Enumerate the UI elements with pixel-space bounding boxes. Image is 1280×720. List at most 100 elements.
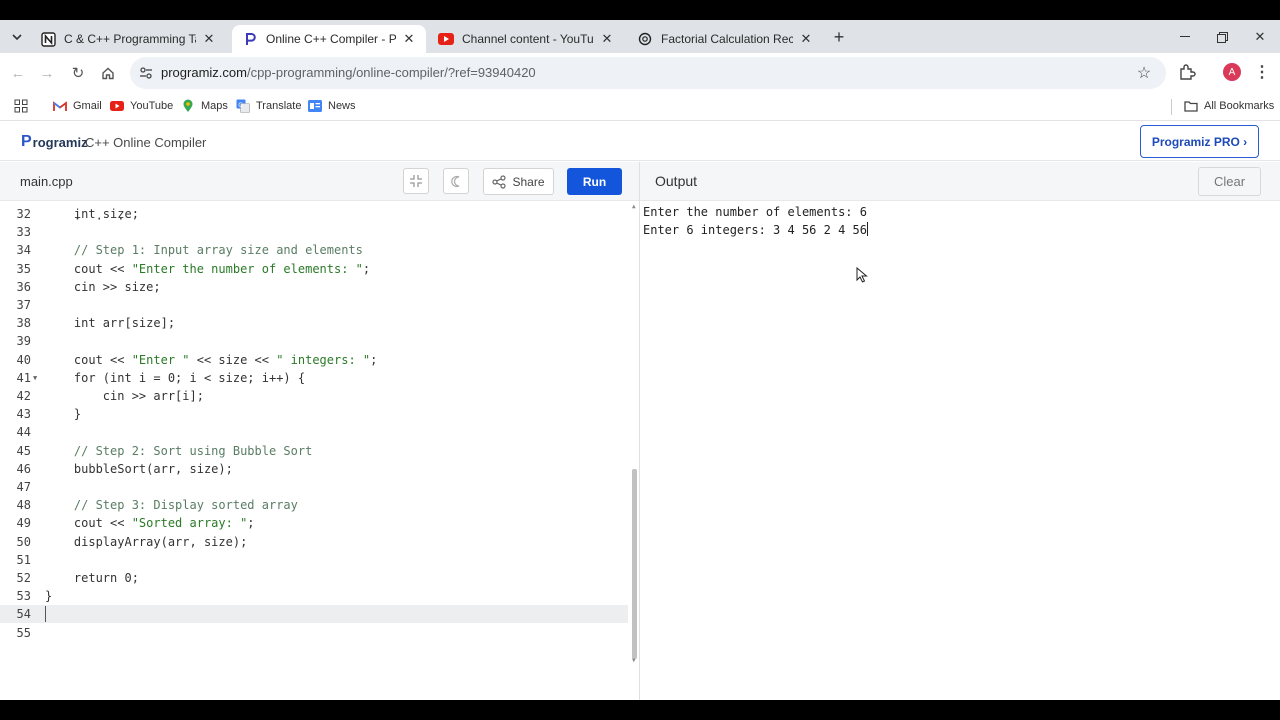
code-token: cin >> size; xyxy=(45,279,161,294)
code-token: int arr[size]; xyxy=(45,316,176,331)
code-text: } xyxy=(45,405,81,423)
close-window-icon[interactable]: ✕ xyxy=(1249,27,1271,47)
home-icon[interactable] xyxy=(97,62,119,84)
close-tab-icon[interactable]: ✕ xyxy=(202,31,216,47)
code-line: 49 cout << "Sorted array: "; xyxy=(0,514,628,532)
youtube-icon xyxy=(110,99,124,113)
tab-notion[interactable]: C & C++ Programming Tasks – ✕ xyxy=(30,25,226,53)
code-token: int size; xyxy=(45,207,139,221)
text-cursor xyxy=(866,222,868,236)
code-line: 50 displayArray(arr, size); xyxy=(0,533,628,551)
code-line: 42 cin >> arr[i]; xyxy=(0,387,628,405)
output-console[interactable]: Enter the number of elements: 6 Enter 6 … xyxy=(640,201,1280,700)
close-tab-icon[interactable]: ✕ xyxy=(600,31,614,47)
bookmark-star-icon[interactable]: ☆ xyxy=(1133,62,1155,84)
code-text: for (int i = 0; i < size; i++) { xyxy=(45,369,305,387)
line-number: 50 xyxy=(16,534,31,549)
code-token: // Step 1: Input array size and elements xyxy=(45,243,363,258)
bookmark-gmail[interactable]: Gmail xyxy=(53,96,102,116)
close-tab-icon[interactable]: ✕ xyxy=(402,31,416,47)
code-line: 39 xyxy=(0,332,628,350)
exit-fullscreen-icon[interactable] xyxy=(403,168,429,194)
folder-icon xyxy=(1184,99,1198,113)
scroll-down-arrow[interactable]: ▼ xyxy=(632,657,636,664)
code-text: cout << "Enter the number of elements: "… xyxy=(45,260,370,278)
string-literal: "Enter " xyxy=(131,352,190,367)
bookmark-news[interactable]: News xyxy=(308,96,356,116)
bookmark-youtube[interactable]: YouTube xyxy=(110,96,173,116)
fold-toggle-icon[interactable]: ▼ xyxy=(33,369,37,387)
tab-chatgpt[interactable]: Factorial Calculation Recursion ✕ xyxy=(627,25,823,53)
code-text: cout << "Enter " << size << " integers: … xyxy=(45,351,377,369)
gmail-icon xyxy=(53,99,67,113)
apps-icon[interactable] xyxy=(14,96,28,116)
tab-search-icon[interactable] xyxy=(6,27,28,47)
reload-icon[interactable]: ↻ xyxy=(67,62,89,84)
line-number: 43 xyxy=(16,407,31,422)
line-number: 49 xyxy=(16,516,31,531)
programiz-logo[interactable]: Programiz xyxy=(21,133,88,151)
share-label: Share xyxy=(512,174,545,189)
bookmark-maps[interactable]: Maps xyxy=(181,96,228,116)
dark-mode-icon[interactable] xyxy=(443,168,469,194)
code-line: 36 cin >> size; xyxy=(0,278,628,296)
output-text: Enter 6 integers: 3 4 56 2 4 56 xyxy=(643,223,867,237)
restore-icon[interactable] xyxy=(1211,27,1233,47)
string-literal: "Sorted array: " xyxy=(131,516,248,531)
profile-avatar[interactable]: A xyxy=(1223,63,1241,81)
code-line: 37 xyxy=(0,296,628,314)
output-title: Output xyxy=(655,173,698,189)
browser-window: C & C++ Programming Tasks – ✕ Online C++… xyxy=(0,20,1280,700)
code-token: } xyxy=(45,589,53,604)
line-number: 51 xyxy=(16,552,31,567)
run-button[interactable]: Run xyxy=(567,168,622,195)
tab-youtube-studio[interactable]: Channel content - YouTube Stu ✕ xyxy=(428,25,624,53)
tab-strip: C & C++ Programming Tasks – ✕ Online C++… xyxy=(0,20,1280,53)
mouse-pointer-icon xyxy=(856,267,868,283)
line-number: 33 xyxy=(16,225,31,240)
logo-text: rogramiz xyxy=(32,134,88,150)
code-line: 43 } xyxy=(0,405,628,423)
programiz-icon xyxy=(242,31,258,47)
line-number: 44 xyxy=(16,425,31,440)
new-tab-icon[interactable]: + xyxy=(829,27,849,47)
code-line: 32 int size; xyxy=(0,205,628,223)
extensions-icon[interactable] xyxy=(1177,62,1199,84)
line-number: 52 xyxy=(16,571,31,585)
code-text: // Step 2: Sort using Bubble Sort xyxy=(45,442,312,460)
site-info-icon[interactable] xyxy=(138,65,154,81)
all-bookmarks[interactable]: All Bookmarks xyxy=(1184,96,1274,116)
code-editor[interactable]: · · · ▲ ▼ 32 int size; 33 34 // Step 1: In… xyxy=(0,201,639,700)
code-text: cout << "Sorted array: "; xyxy=(45,514,255,532)
code-line: 52 return 0; xyxy=(0,569,628,587)
line-number: 39 xyxy=(16,334,31,349)
code-token: displayArray(arr, size); xyxy=(45,534,248,549)
code-text: int arr[size]; xyxy=(45,314,175,332)
code-token: << size << xyxy=(189,352,277,367)
code-line: 45 // Step 2: Sort using Bubble Sort xyxy=(0,442,628,460)
editor-scrollbar-thumb[interactable] xyxy=(632,469,637,659)
browser-menu-icon[interactable]: ⋮ xyxy=(1252,61,1272,83)
programiz-pro-button[interactable]: Programiz PRO › xyxy=(1140,125,1259,158)
scroll-up-arrow[interactable]: ▲ xyxy=(632,203,636,210)
code-text: } xyxy=(45,587,52,605)
close-tab-icon[interactable]: ✕ xyxy=(799,31,813,47)
share-button[interactable]: Share xyxy=(483,168,554,195)
code-token: return 0; xyxy=(45,571,139,585)
minimize-icon[interactable] xyxy=(1174,27,1196,47)
browser-toolbar: ← → ↻ programiz.com/cpp-programming/onli… xyxy=(0,53,1280,93)
code-line: 33 xyxy=(0,223,628,241)
tab-programiz[interactable]: Online C++ Compiler - Program ✕ xyxy=(232,25,426,53)
bookmarks-divider xyxy=(1171,99,1172,115)
back-icon[interactable]: ← xyxy=(7,62,29,84)
file-tab[interactable]: main.cpp xyxy=(20,174,73,189)
code-token: // Step 2: Sort using Bubble Sort xyxy=(45,443,313,458)
forward-icon[interactable]: → xyxy=(36,62,58,84)
output-line: Enter the number of elements: 6 xyxy=(643,203,867,221)
share-icon xyxy=(492,174,507,189)
address-bar[interactable]: programiz.com/cpp-programming/online-com… xyxy=(130,57,1166,89)
clear-button[interactable]: Clear xyxy=(1198,167,1261,196)
output-header: Output Clear xyxy=(640,162,1280,201)
bookmark-translate[interactable]: G Translate xyxy=(236,96,301,116)
notion-icon xyxy=(40,31,56,47)
